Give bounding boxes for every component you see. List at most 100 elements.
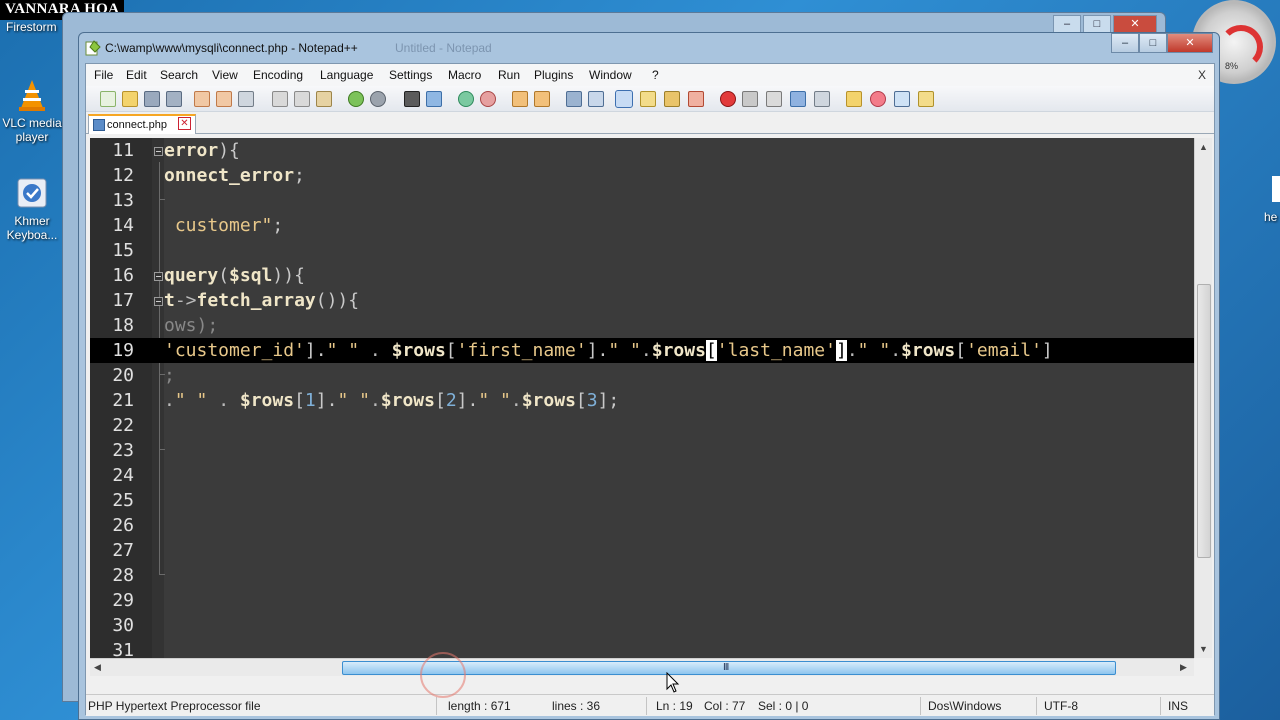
vertical-scrollbar[interactable]: ▲ ▼ <box>1194 138 1212 658</box>
horizontal-scrollbar[interactable]: ◀ III ▶ <box>90 658 1194 676</box>
title-bar[interactable]: C:\wamp\www\mysqli\connect.php - Notepad… <box>79 33 1219 63</box>
menu-language[interactable]: Language <box>320 68 373 82</box>
current-code-line[interactable]: 19 'customer_id']." " . $rows['first_nam… <box>90 338 1194 363</box>
menu-encoding[interactable]: Encoding <box>253 68 303 82</box>
menu-view[interactable]: View <box>212 68 238 82</box>
scroll-left-arrow-icon[interactable]: ◀ <box>94 662 101 673</box>
tab-bar: connect.php ✕ <box>86 112 1214 134</box>
scroll-up-arrow-icon[interactable]: ▲ <box>1199 142 1208 152</box>
vertical-scroll-thumb[interactable] <box>1197 284 1211 558</box>
close-button[interactable]: ✕ <box>1167 33 1213 53</box>
close-document-x[interactable]: X <box>1198 68 1206 82</box>
code-line[interactable]: 22 <box>90 413 1194 438</box>
notepadpp-app-icon <box>85 40 101 56</box>
run-macro-multiple-icon[interactable] <box>790 91 806 107</box>
background-maximize-button[interactable]: □ <box>1083 15 1111 33</box>
replace-icon[interactable] <box>426 91 442 107</box>
zoom-in-icon[interactable] <box>458 91 474 107</box>
sync-vertical-icon[interactable] <box>512 91 528 107</box>
status-eol-format[interactable]: Dos\Windows <box>928 699 1001 713</box>
menu-run[interactable]: Run <box>498 68 520 82</box>
code-editor[interactable]: 11 error){ 12 onnect_error; 13 14 custom… <box>90 138 1194 658</box>
code-line[interactable]: 20 ; <box>90 363 1194 388</box>
tab-connect-php[interactable]: connect.php ✕ <box>88 114 196 134</box>
code-line[interactable]: 31 <box>90 638 1194 658</box>
save-macro-icon[interactable] <box>814 91 830 107</box>
status-lines: lines : 36 <box>552 699 601 713</box>
zoom-out-icon[interactable] <box>480 91 496 107</box>
menu-macro[interactable]: Macro <box>448 68 481 82</box>
status-insert-mode[interactable]: INS <box>1168 699 1188 713</box>
paste-icon[interactable] <box>316 91 332 107</box>
copy-icon[interactable] <box>294 91 310 107</box>
code-line[interactable]: 24 <box>90 463 1194 488</box>
background-close-button[interactable]: ✕ <box>1113 15 1157 33</box>
desktop-icon-partial[interactable] <box>1272 176 1280 202</box>
close-file-icon[interactable] <box>194 91 210 107</box>
play-macro-icon[interactable] <box>766 91 782 107</box>
record-macro-icon[interactable] <box>720 91 736 107</box>
line-number: 15 <box>112 240 134 261</box>
open-folder-icon[interactable] <box>122 91 138 107</box>
console-icon[interactable] <box>894 91 910 107</box>
code-line[interactable]: 15 <box>90 238 1194 263</box>
desktop-icon-khmer-keyboard[interactable]: Khmer Keyboa... <box>0 176 64 242</box>
find-icon[interactable] <box>404 91 420 107</box>
code-line[interactable]: 18 ows); <box>90 313 1194 338</box>
show-all-characters-icon[interactable] <box>588 91 604 107</box>
sync-horizontal-icon[interactable] <box>534 91 550 107</box>
indent-guide-icon[interactable] <box>615 90 633 108</box>
menu-help[interactable]: ? <box>652 68 659 82</box>
code-line[interactable]: 13 <box>90 188 1194 213</box>
scroll-right-arrow-icon[interactable]: ▶ <box>1180 662 1187 673</box>
redo-icon[interactable] <box>370 91 386 107</box>
code-text: customer"; <box>164 215 284 236</box>
minimize-button[interactable]: – <box>1111 33 1139 53</box>
status-length: length : 671 <box>448 699 511 713</box>
code-line[interactable]: 17 t->fetch_array()){ <box>90 288 1194 313</box>
cut-icon[interactable] <box>272 91 288 107</box>
menu-file[interactable]: File <box>94 68 113 82</box>
menu-search[interactable]: Search <box>160 68 198 82</box>
code-line[interactable]: 26 <box>90 513 1194 538</box>
status-encoding[interactable]: UTF-8 <box>1044 699 1078 713</box>
user-defined-language-icon[interactable] <box>640 91 656 107</box>
plugin-folder-icon[interactable] <box>846 91 862 107</box>
save-icon[interactable] <box>144 91 160 107</box>
background-minimize-button[interactable]: – <box>1053 15 1081 33</box>
undo-icon[interactable] <box>348 91 364 107</box>
function-list-icon[interactable] <box>688 91 704 107</box>
code-line[interactable]: 25 <box>90 488 1194 513</box>
code-line[interactable]: 23 <box>90 438 1194 463</box>
close-all-icon[interactable] <box>216 91 232 107</box>
code-line[interactable]: 16 query($sql)){ <box>90 263 1194 288</box>
print-icon[interactable] <box>238 91 254 107</box>
code-line[interactable]: 21 ." " . $rows[1]." ".$rows[2]." ".$row… <box>90 388 1194 413</box>
menu-edit[interactable]: Edit <box>126 68 147 82</box>
code-line[interactable]: 28 <box>90 563 1194 588</box>
explorer-icon[interactable] <box>918 91 934 107</box>
document-map-icon[interactable] <box>664 91 680 107</box>
menu-window[interactable]: Window <box>589 68 632 82</box>
line-number: 13 <box>112 190 134 211</box>
save-all-icon[interactable] <box>166 91 182 107</box>
code-line[interactable]: 14 customer"; <box>90 213 1194 238</box>
word-wrap-icon[interactable] <box>566 91 582 107</box>
menu-bar: File Edit Search View Encoding Language … <box>86 64 1214 86</box>
code-line[interactable]: 11 error){ <box>90 138 1194 163</box>
scroll-down-arrow-icon[interactable]: ▼ <box>1199 644 1208 654</box>
code-line[interactable]: 12 onnect_error; <box>90 163 1194 188</box>
new-file-icon[interactable] <box>100 91 116 107</box>
code-line[interactable]: 30 <box>90 613 1194 638</box>
menu-plugins[interactable]: Plugins <box>534 68 573 82</box>
stop-macro-icon[interactable] <box>742 91 758 107</box>
code-line[interactable]: 29 <box>90 588 1194 613</box>
menu-settings[interactable]: Settings <box>389 68 432 82</box>
maximize-button[interactable]: □ <box>1139 33 1167 53</box>
desktop-icon-firestorm-label[interactable]: Firestorm <box>6 20 57 34</box>
desktop-icon-vlc[interactable]: VLC media player <box>0 78 64 144</box>
heart-icon[interactable] <box>870 91 886 107</box>
tab-close-icon[interactable]: ✕ <box>178 117 191 130</box>
code-line[interactable]: 27 <box>90 538 1194 563</box>
notepadpp-window[interactable]: C:\wamp\www\mysqli\connect.php - Notepad… <box>78 32 1220 720</box>
